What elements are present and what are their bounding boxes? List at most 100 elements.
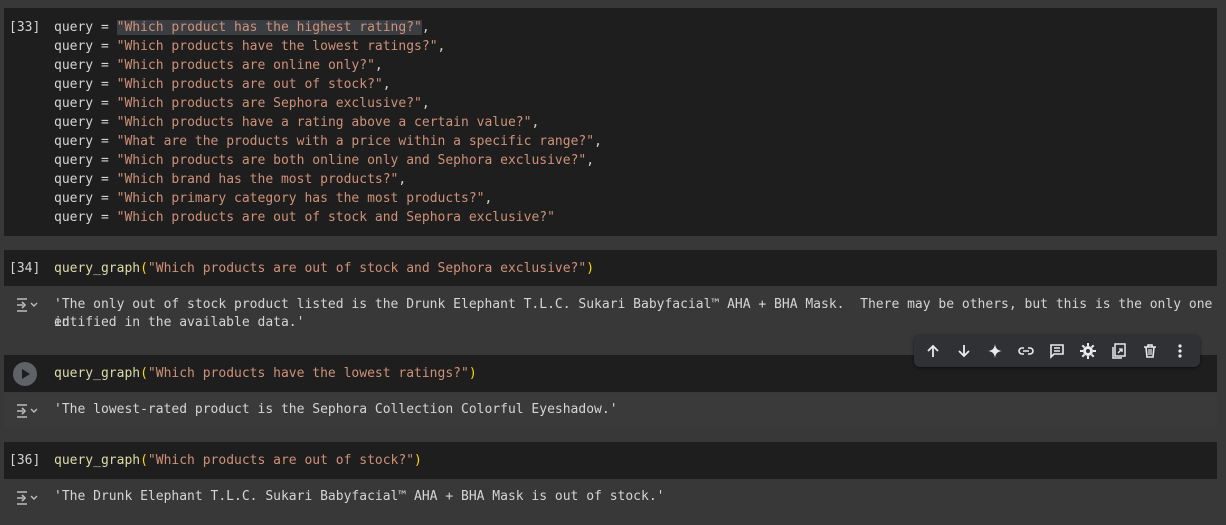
open-paren: ( (140, 261, 148, 276)
close-paren: ) (586, 261, 595, 276)
code-line[interactable]: query = "Which products are both online … (54, 151, 594, 170)
output-text: 'The lowest-rated product is the Sephora… (54, 402, 618, 417)
code-line[interactable]: query_graph("Which products are out of s… (54, 451, 422, 470)
variable-name: query (54, 115, 94, 130)
arrow-down-icon (958, 345, 970, 358)
code-line[interactable]: query = "Which products are out of stock… (54, 75, 391, 94)
code-line[interactable]: query = "Which products are out of stock… (54, 208, 555, 227)
assign-operator: = (93, 172, 117, 187)
gear-icon (1079, 343, 1096, 359)
string-argument: "Which products are out of stock and Sep… (147, 261, 587, 276)
cell-output-36: 'The Drunk Elephant T.L.C. Sukari Babyfa… (4, 480, 1217, 516)
output-text: 'The Drunk Elephant T.L.C. Sukari Babyfa… (54, 489, 665, 504)
more-vert-icon (1178, 344, 1183, 358)
function-name: query_graph (54, 261, 141, 276)
code-line[interactable]: query = "What are the products with a pr… (54, 132, 602, 151)
code-line[interactable]: query = "Which primary category has the … (54, 189, 492, 208)
trailing-comma: , (374, 58, 383, 73)
query-string: "Which products are out of stock?" (116, 77, 383, 92)
query-string: "Which product has the highest rating?" (116, 20, 422, 35)
variable-name: query (54, 153, 94, 168)
trailing-comma: , (484, 191, 493, 206)
trailing-comma: , (437, 39, 446, 54)
assign-operator: = (93, 39, 117, 54)
variable-name: query (54, 39, 94, 54)
move-up-button[interactable] (920, 338, 946, 364)
execution-count: [36] (9, 453, 41, 468)
execution-count: [33] (9, 20, 41, 35)
output-actions-icon[interactable] (16, 490, 38, 506)
query-string: "Which brand has the most products?" (116, 172, 399, 187)
open-paren: ( (140, 453, 148, 468)
code-line[interactable]: query = "Which products have a rating ab… (54, 113, 539, 132)
trailing-comma: , (398, 172, 407, 187)
string-argument: "Which products are out of stock?" (147, 453, 415, 468)
output-actions-icon[interactable] (16, 297, 38, 313)
variable-name: query (54, 77, 94, 92)
code-line[interactable]: query = "Which products are Sephora excl… (54, 94, 430, 113)
execution-count: [34] (9, 261, 41, 276)
query-string: "Which products have the lowest ratings?… (116, 39, 438, 54)
query-string: "Which products are online only?" (116, 58, 375, 73)
move-down-button[interactable] (951, 338, 977, 364)
more-actions-button[interactable] (1167, 338, 1193, 364)
play-icon (22, 369, 30, 379)
assign-operator: = (93, 58, 117, 73)
code-line[interactable]: query = "Which product has the highest r… (54, 18, 430, 37)
delete-cell-button[interactable] (1137, 338, 1163, 364)
code-cell-36[interactable]: [36] query_graph("Which products are out… (4, 442, 1217, 479)
function-name: query_graph (54, 453, 141, 468)
trailing-comma: , (421, 20, 430, 35)
variable-name: query (54, 134, 94, 149)
code-line[interactable]: query_graph("Which products are out of s… (54, 259, 594, 278)
sparkle-icon (988, 344, 1003, 358)
query-string: "Which primary category has the most pro… (116, 191, 485, 206)
assign-operator: = (93, 134, 117, 149)
ai-assist-button[interactable] (982, 338, 1008, 364)
variable-name: query (54, 172, 94, 187)
assign-operator: = (93, 77, 117, 92)
query-string: "What are the products with a price with… (116, 134, 595, 149)
string-argument: "Which products have the lowest ratings?… (147, 366, 469, 381)
trailing-comma: , (531, 115, 540, 130)
variable-name: query (54, 191, 94, 206)
trailing-comma: , (594, 134, 602, 149)
variable-name: query (54, 20, 94, 35)
output-actions-icon[interactable] (16, 403, 38, 419)
copy-link-button[interactable] (1013, 338, 1039, 364)
mirror-cell-button[interactable] (1106, 338, 1132, 364)
cell-output-34: 'The only out of stock product listed is… (4, 288, 1217, 336)
function-name: query_graph (54, 366, 141, 381)
code-cell-34[interactable]: [34] query_graph("Which products are out… (4, 250, 1217, 286)
close-paren: ) (414, 453, 422, 468)
query-string: "Which products are Sephora exclusive?" (116, 96, 422, 111)
run-cell-button[interactable] (13, 362, 37, 386)
assign-operator: = (93, 96, 117, 111)
variable-name: query (54, 210, 94, 225)
delete-icon (1143, 344, 1156, 358)
code-line[interactable]: query = "Which products are online only?… (54, 56, 383, 75)
query-string: "Which products have a rating above a ce… (116, 115, 532, 130)
assign-operator: = (93, 153, 117, 168)
query-string: "Which products are out of stock and Sep… (116, 210, 555, 225)
assign-operator: = (93, 20, 117, 35)
add-comment-button[interactable] (1044, 338, 1070, 364)
code-line[interactable]: query_graph("Which products have the low… (54, 364, 477, 383)
variable-name: query (54, 96, 94, 111)
settings-button[interactable] (1075, 338, 1101, 364)
open-paren: ( (140, 366, 148, 381)
mirror-cell-icon (1111, 343, 1126, 359)
trailing-comma: , (421, 96, 430, 111)
code-cell-33[interactable]: [33] query = "Which product has the high… (4, 8, 1217, 236)
assign-operator: = (93, 210, 117, 225)
assign-operator: = (93, 115, 117, 130)
code-line[interactable]: query = "Which products have the lowest … (54, 37, 445, 56)
trailing-comma: , (586, 153, 595, 168)
output-text-line2: entified in the available data.' (54, 315, 305, 330)
cell-toolbar (914, 335, 1200, 367)
variable-name: query (54, 58, 94, 73)
arrow-up-icon (927, 344, 940, 357)
link-icon (1018, 347, 1034, 355)
code-line[interactable]: query = "Which brand has the most produc… (54, 170, 406, 189)
cell-output-35: 'The lowest-rated product is the Sephora… (4, 393, 1217, 429)
